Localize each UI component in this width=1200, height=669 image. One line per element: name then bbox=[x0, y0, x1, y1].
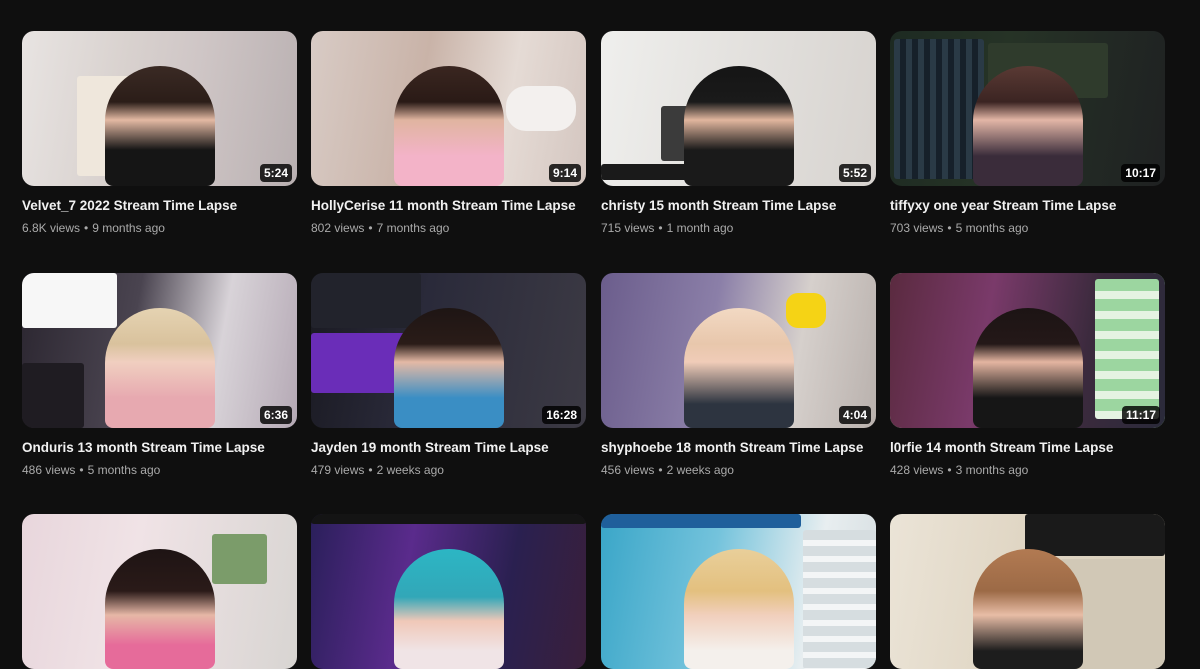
meta-separator: • bbox=[368, 221, 373, 235]
meta-separator: • bbox=[658, 463, 663, 477]
video-duration: 10:17 bbox=[1121, 164, 1160, 182]
view-count: 715 views bbox=[601, 221, 655, 235]
video-title[interactable]: Velvet_7 2022 Stream Time Lapse bbox=[22, 197, 297, 215]
view-count: 456 views bbox=[601, 463, 655, 477]
meta-separator: • bbox=[368, 463, 373, 477]
upload-age: 2 weeks ago bbox=[666, 463, 734, 477]
video-title[interactable]: l0rfie 14 month Stream Time Lapse bbox=[890, 439, 1165, 457]
upload-age: 7 months ago bbox=[376, 221, 450, 235]
video-meta: 486 views • 5 months ago bbox=[22, 462, 297, 478]
video-thumbnail[interactable]: 16:28 bbox=[311, 273, 586, 428]
upload-age: 1 month ago bbox=[666, 221, 734, 235]
upload-age: 5 months ago bbox=[87, 463, 161, 477]
view-count: 479 views bbox=[311, 463, 365, 477]
video-duration: 5:24 bbox=[259, 164, 292, 182]
video-duration: 5:52 bbox=[838, 164, 871, 182]
video-meta: 428 views • 3 months ago bbox=[890, 462, 1165, 478]
video-card[interactable] bbox=[22, 514, 297, 669]
video-card[interactable]: 11:17 l0rfie 14 month Stream Time Lapse … bbox=[890, 273, 1165, 478]
video-card[interactable]: 16:28 Jayden 19 month Stream Time Lapse … bbox=[311, 273, 586, 478]
video-card[interactable]: 5:52 christy 15 month Stream Time Lapse … bbox=[601, 31, 876, 236]
meta-separator: • bbox=[947, 463, 952, 477]
video-title[interactable]: tiffyxy one year Stream Time Lapse bbox=[890, 197, 1165, 215]
video-thumbnail[interactable]: 5:24 bbox=[22, 31, 297, 186]
video-thumbnail[interactable]: 6:36 bbox=[22, 273, 297, 428]
video-thumbnail[interactable] bbox=[890, 514, 1165, 669]
view-count: 486 views bbox=[22, 463, 76, 477]
video-thumbnail[interactable]: 11:17 bbox=[890, 273, 1165, 428]
video-duration: 6:36 bbox=[259, 406, 292, 424]
video-meta: 456 views • 2 weeks ago bbox=[601, 462, 876, 478]
view-count: 428 views bbox=[890, 463, 944, 477]
video-meta: 703 views • 5 months ago bbox=[890, 220, 1165, 236]
video-card[interactable]: 5:24 Velvet_7 2022 Stream Time Lapse 6.8… bbox=[22, 31, 297, 236]
video-card[interactable]: 6:36 Onduris 13 month Stream Time Lapse … bbox=[22, 273, 297, 478]
video-card[interactable] bbox=[601, 514, 876, 669]
video-thumbnail[interactable]: 9:14 bbox=[311, 31, 586, 186]
video-thumbnail[interactable]: 10:17 bbox=[890, 31, 1165, 186]
video-duration: 11:17 bbox=[1121, 406, 1160, 424]
meta-separator: • bbox=[658, 221, 663, 235]
video-meta: 479 views • 2 weeks ago bbox=[311, 462, 586, 478]
video-duration: 9:14 bbox=[548, 164, 581, 182]
video-card[interactable]: 4:04 shyphoebe 18 month Stream Time Laps… bbox=[601, 273, 876, 478]
video-duration: 16:28 bbox=[542, 406, 581, 424]
upload-age: 2 weeks ago bbox=[376, 463, 444, 477]
upload-age: 9 months ago bbox=[92, 221, 165, 235]
video-meta: 802 views • 7 months ago bbox=[311, 220, 586, 236]
video-meta: 715 views • 1 month ago bbox=[601, 220, 876, 236]
video-title[interactable]: Jayden 19 month Stream Time Lapse bbox=[311, 439, 586, 457]
video-card[interactable] bbox=[890, 514, 1165, 669]
video-thumbnail[interactable]: 4:04 bbox=[601, 273, 876, 428]
upload-age: 5 months ago bbox=[955, 221, 1029, 235]
video-card[interactable]: 10:17 tiffyxy one year Stream Time Lapse… bbox=[890, 31, 1165, 236]
view-count: 802 views bbox=[311, 221, 365, 235]
meta-separator: • bbox=[84, 221, 89, 235]
meta-separator: • bbox=[947, 221, 952, 235]
view-count: 703 views bbox=[890, 221, 944, 235]
video-title[interactable]: Onduris 13 month Stream Time Lapse bbox=[22, 439, 297, 457]
meta-separator: • bbox=[79, 463, 84, 477]
upload-age: 3 months ago bbox=[955, 463, 1029, 477]
video-meta: 6.8K views • 9 months ago bbox=[22, 220, 297, 236]
video-thumbnail[interactable] bbox=[311, 514, 586, 669]
video-title[interactable]: HollyCerise 11 month Stream Time Lapse bbox=[311, 197, 586, 215]
view-count: 6.8K views bbox=[22, 221, 81, 235]
video-duration: 4:04 bbox=[838, 406, 871, 424]
video-card[interactable] bbox=[311, 514, 586, 669]
video-thumbnail[interactable] bbox=[22, 514, 297, 669]
video-title[interactable]: christy 15 month Stream Time Lapse bbox=[601, 197, 876, 215]
video-title[interactable]: shyphoebe 18 month Stream Time Lapse bbox=[601, 439, 876, 457]
video-thumbnail[interactable]: 5:52 bbox=[601, 31, 876, 186]
video-grid: 5:24 Velvet_7 2022 Stream Time Lapse 6.8… bbox=[0, 0, 1200, 669]
video-thumbnail[interactable] bbox=[601, 514, 876, 669]
video-card[interactable]: 9:14 HollyCerise 11 month Stream Time La… bbox=[311, 31, 586, 236]
